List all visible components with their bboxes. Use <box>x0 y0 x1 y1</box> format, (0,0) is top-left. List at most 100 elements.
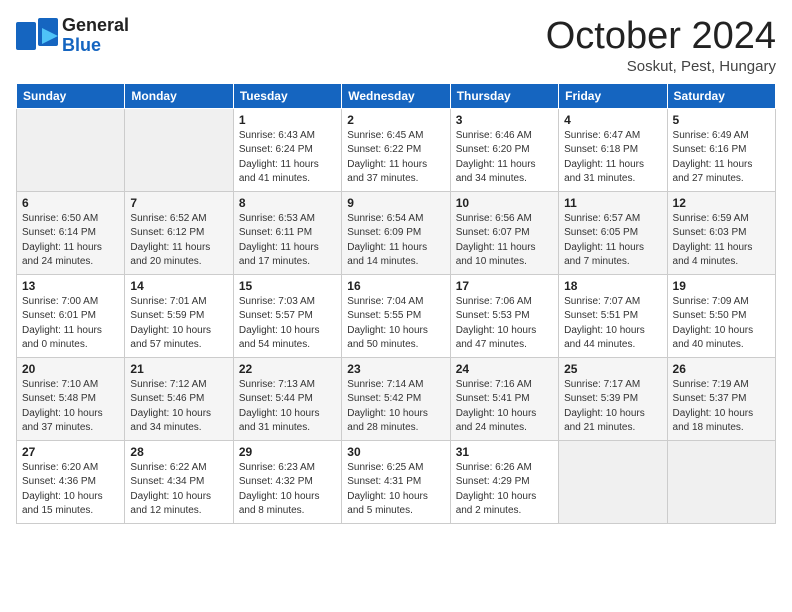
calendar-week-2: 6 Sunrise: 6:50 AMSunset: 6:14 PMDaylight… <box>17 191 776 274</box>
calendar-day: 18 Sunrise: 7:07 AMSunset: 5:51 PMDayligh… <box>559 274 667 357</box>
day-number: 4 <box>564 113 661 127</box>
day-number: 1 <box>239 113 336 127</box>
day-number: 8 <box>239 196 336 210</box>
day-detail: Sunrise: 6:50 AMSunset: 6:14 PMDaylight:… <box>22 212 119 270</box>
calendar-day: 15 Sunrise: 7:03 AMSunset: 5:57 PMDayligh… <box>233 274 341 357</box>
day-number: 14 <box>130 279 227 293</box>
calendar-day: 25 Sunrise: 7:17 AMSunset: 5:39 PMDayligh… <box>559 357 667 440</box>
day-number: 10 <box>456 196 553 210</box>
calendar-header-row: SundayMondayTuesdayWednesdayThursdayFrid… <box>17 83 776 108</box>
calendar-day: 5Sunrise: 6:49 AMSunset: 6:16 PMDaylight… <box>667 108 775 191</box>
calendar-day: 13 Sunrise: 7:00 AMSunset: 6:01 PMDayligh… <box>17 274 125 357</box>
location: Soskut, Pest, Hungary <box>546 58 776 75</box>
day-number: 5 <box>673 113 770 127</box>
day-detail: Sunrise: 7:16 AMSunset: 5:41 PMDaylight:… <box>456 378 553 436</box>
day-number: 18 <box>564 279 661 293</box>
calendar-day: 19 Sunrise: 7:09 AMSunset: 5:50 PMDayligh… <box>667 274 775 357</box>
day-detail: Sunrise: 7:04 AMSunset: 5:55 PMDaylight:… <box>347 295 444 353</box>
day-detail: Sunrise: 7:01 AMSunset: 5:59 PMDaylight:… <box>130 295 227 353</box>
day-number: 25 <box>564 362 661 376</box>
calendar-day: 14 Sunrise: 7:01 AMSunset: 5:59 PMDayligh… <box>125 274 233 357</box>
calendar-day: 4Sunrise: 6:47 AMSunset: 6:18 PMDaylight… <box>559 108 667 191</box>
month-title: October 2024 <box>546 16 776 58</box>
day-detail: Sunrise: 6:20 AMSunset: 4:36 PMDaylight:… <box>22 461 119 519</box>
day-detail: Sunrise: 6:56 AMSunset: 6:07 PMDaylight:… <box>456 212 553 270</box>
calendar-day: 9 Sunrise: 6:54 AMSunset: 6:09 PMDaylight… <box>342 191 450 274</box>
calendar-day: 10 Sunrise: 6:56 AMSunset: 6:07 PMDayligh… <box>450 191 558 274</box>
day-detail: Sunrise: 6:25 AMSunset: 4:31 PMDaylight:… <box>347 461 444 519</box>
header-day-thursday: Thursday <box>450 83 558 108</box>
calendar-week-3: 13 Sunrise: 7:00 AMSunset: 6:01 PMDayligh… <box>17 274 776 357</box>
day-detail: Sunrise: 6:54 AMSunset: 6:09 PMDaylight:… <box>347 212 444 270</box>
day-detail: Sunrise: 7:10 AMSunset: 5:48 PMDaylight:… <box>22 378 119 436</box>
calendar-day: 16 Sunrise: 7:04 AMSunset: 5:55 PMDayligh… <box>342 274 450 357</box>
calendar-day <box>667 440 775 523</box>
day-detail: Sunrise: 7:03 AMSunset: 5:57 PMDaylight:… <box>239 295 336 353</box>
day-number: 21 <box>130 362 227 376</box>
day-number: 2 <box>347 113 444 127</box>
calendar-day: 21Sunrise: 7:12 AMSunset: 5:46 PMDayligh… <box>125 357 233 440</box>
day-number: 16 <box>347 279 444 293</box>
page-header: General Blue October 2024 Soskut, Pest, … <box>16 16 776 75</box>
logo: General Blue <box>16 16 129 56</box>
day-number: 11 <box>564 196 661 210</box>
day-number: 24 <box>456 362 553 376</box>
day-number: 17 <box>456 279 553 293</box>
calendar-day: 28Sunrise: 6:22 AMSunset: 4:34 PMDayligh… <box>125 440 233 523</box>
day-detail: Sunrise: 7:19 AMSunset: 5:37 PMDaylight:… <box>673 378 770 436</box>
calendar-week-5: 27Sunrise: 6:20 AMSunset: 4:36 PMDayligh… <box>17 440 776 523</box>
day-number: 29 <box>239 445 336 459</box>
header-day-friday: Friday <box>559 83 667 108</box>
day-detail: Sunrise: 6:23 AMSunset: 4:32 PMDaylight:… <box>239 461 336 519</box>
day-number: 20 <box>22 362 119 376</box>
calendar-day: 3 Sunrise: 6:46 AMSunset: 6:20 PMDaylight… <box>450 108 558 191</box>
day-number: 26 <box>673 362 770 376</box>
day-detail: Sunrise: 7:17 AMSunset: 5:39 PMDaylight:… <box>564 378 661 436</box>
calendar-day: 2 Sunrise: 6:45 AMSunset: 6:22 PMDaylight… <box>342 108 450 191</box>
day-detail: Sunrise: 7:13 AMSunset: 5:44 PMDaylight:… <box>239 378 336 436</box>
logo-general-text: General <box>62 16 129 36</box>
day-number: 7 <box>130 196 227 210</box>
calendar-day: 8 Sunrise: 6:53 AMSunset: 6:11 PMDaylight… <box>233 191 341 274</box>
calendar-day: 26 Sunrise: 7:19 AMSunset: 5:37 PMDayligh… <box>667 357 775 440</box>
calendar-day: 1 Sunrise: 6:43 AMSunset: 6:24 PMDaylight… <box>233 108 341 191</box>
day-number: 23 <box>347 362 444 376</box>
day-detail: Sunrise: 6:46 AMSunset: 6:20 PMDaylight:… <box>456 129 553 187</box>
calendar-day: 20 Sunrise: 7:10 AMSunset: 5:48 PMDayligh… <box>17 357 125 440</box>
day-number: 3 <box>456 113 553 127</box>
calendar-day: 6 Sunrise: 6:50 AMSunset: 6:14 PMDaylight… <box>17 191 125 274</box>
header-day-tuesday: Tuesday <box>233 83 341 108</box>
day-number: 6 <box>22 196 119 210</box>
day-detail: Sunrise: 7:09 AMSunset: 5:50 PMDaylight:… <box>673 295 770 353</box>
calendar-day: 7 Sunrise: 6:52 AMSunset: 6:12 PMDaylight… <box>125 191 233 274</box>
calendar-day: 12Sunrise: 6:59 AMSunset: 6:03 PMDayligh… <box>667 191 775 274</box>
day-number: 9 <box>347 196 444 210</box>
day-detail: Sunrise: 6:57 AMSunset: 6:05 PMDaylight:… <box>564 212 661 270</box>
day-number: 30 <box>347 445 444 459</box>
day-detail: Sunrise: 7:00 AMSunset: 6:01 PMDaylight:… <box>22 295 119 353</box>
calendar-table: SundayMondayTuesdayWednesdayThursdayFrid… <box>16 83 776 524</box>
title-area: October 2024 Soskut, Pest, Hungary <box>546 16 776 75</box>
day-detail: Sunrise: 6:22 AMSunset: 4:34 PMDaylight:… <box>130 461 227 519</box>
day-detail: Sunrise: 6:53 AMSunset: 6:11 PMDaylight:… <box>239 212 336 270</box>
logo-blue-text: Blue <box>62 36 129 56</box>
day-number: 19 <box>673 279 770 293</box>
day-detail: Sunrise: 6:45 AMSunset: 6:22 PMDaylight:… <box>347 129 444 187</box>
header-day-monday: Monday <box>125 83 233 108</box>
calendar-day: 30 Sunrise: 6:25 AMSunset: 4:31 PMDayligh… <box>342 440 450 523</box>
day-detail: Sunrise: 6:59 AMSunset: 6:03 PMDaylight:… <box>673 212 770 270</box>
day-detail: Sunrise: 6:52 AMSunset: 6:12 PMDaylight:… <box>130 212 227 270</box>
calendar-day <box>17 108 125 191</box>
calendar-week-4: 20 Sunrise: 7:10 AMSunset: 5:48 PMDayligh… <box>17 357 776 440</box>
calendar-day: 24 Sunrise: 7:16 AMSunset: 5:41 PMDayligh… <box>450 357 558 440</box>
day-detail: Sunrise: 6:43 AMSunset: 6:24 PMDaylight:… <box>239 129 336 187</box>
header-day-sunday: Sunday <box>17 83 125 108</box>
day-detail: Sunrise: 7:07 AMSunset: 5:51 PMDaylight:… <box>564 295 661 353</box>
calendar-day: 22Sunrise: 7:13 AMSunset: 5:44 PMDayligh… <box>233 357 341 440</box>
calendar-day: 11 Sunrise: 6:57 AMSunset: 6:05 PMDayligh… <box>559 191 667 274</box>
day-number: 31 <box>456 445 553 459</box>
calendar-day <box>125 108 233 191</box>
day-number: 13 <box>22 279 119 293</box>
calendar-day: 27Sunrise: 6:20 AMSunset: 4:36 PMDayligh… <box>17 440 125 523</box>
day-number: 15 <box>239 279 336 293</box>
